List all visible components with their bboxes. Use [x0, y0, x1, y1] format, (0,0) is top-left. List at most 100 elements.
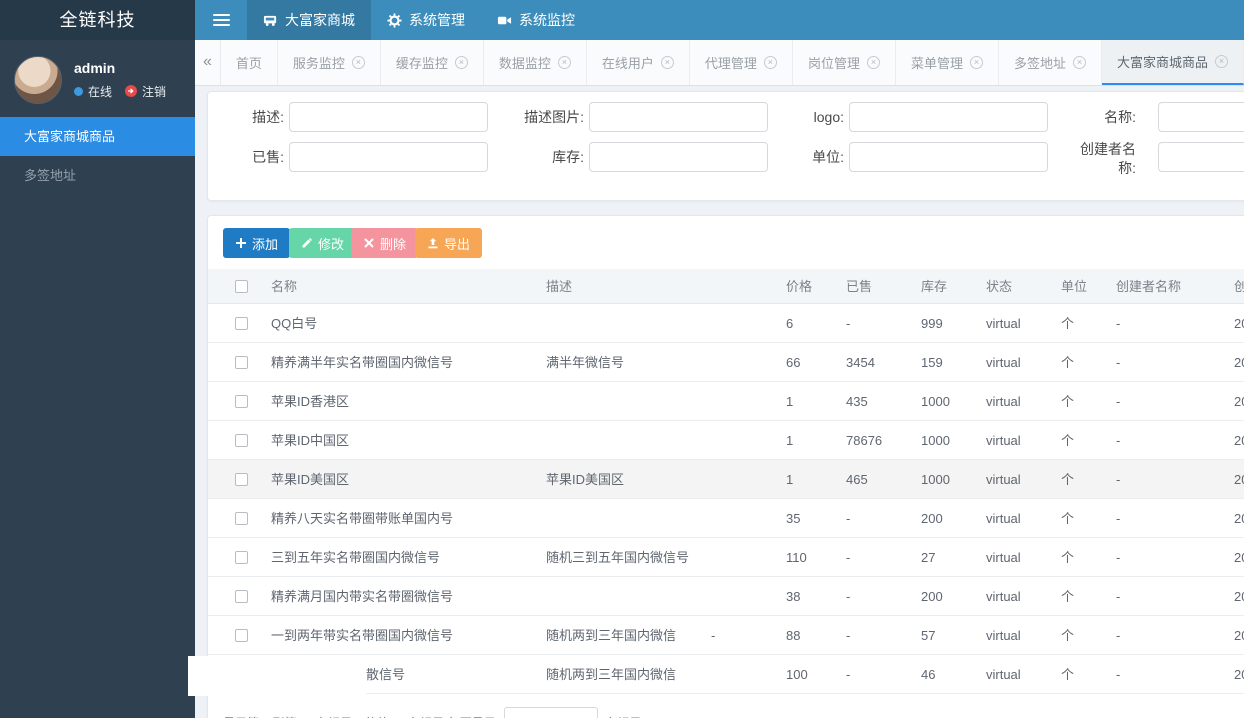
tab-0[interactable]: 首页 [221, 40, 278, 85]
tab-close-icon[interactable]: × [557, 56, 571, 69]
cell-creator: - [1116, 511, 1121, 526]
table-row[interactable]: 精养八天实名带圈带账单国内号 35 - 200 virtual 个 - 20 [208, 499, 1244, 538]
tab-7[interactable]: 菜单管理 × [896, 40, 999, 85]
row-checkbox[interactable] [235, 473, 248, 486]
row-checkbox[interactable] [235, 395, 248, 408]
table-row[interactable]: 苹果ID中国区 1 78676 1000 virtual 个 - 20 [208, 421, 1244, 460]
logout-icon [125, 85, 138, 97]
cell-sold: - [846, 589, 851, 604]
page-size-select[interactable]: 10 [503, 707, 598, 718]
tab-4[interactable]: 在线用户 × [587, 40, 690, 85]
row-checkbox[interactable] [235, 590, 248, 603]
gear-icon [387, 12, 402, 28]
table-row[interactable]: 一到两年带实名带圈国内微信号 随机两到三年国内微信 88 - 57 virtual 个 - 20… [208, 616, 1244, 655]
top-nav-item-1[interactable]: 系统管理 [371, 0, 481, 40]
table-row[interactable]: QQ白号 6 - 999 virtual 个 - 20 [208, 304, 1244, 343]
cell-created: 20 [1234, 316, 1244, 331]
table-row[interactable]: 苹果ID香港区 1 435 1000 virtual 个 - 20 [208, 382, 1244, 421]
column-header-unit: 单位 [1061, 279, 1088, 294]
plus-icon [236, 238, 246, 248]
column-header-status: 状态 [986, 279, 1013, 294]
cell-creator: - [1116, 667, 1121, 682]
cell-name: 精养八天实名带圈带账单国内号 [271, 511, 454, 526]
table-row[interactable]: 精养满半年实名带圈国内微信号 满半年微信号 66 3454 159 virtual 个 - 20 [208, 343, 1244, 382]
store-icon [263, 13, 278, 28]
row-checkbox[interactable] [235, 356, 248, 369]
search-stock-input[interactable] [589, 142, 768, 172]
cell-unit: 个 [1061, 511, 1075, 526]
tab-close-icon[interactable]: × [351, 56, 365, 69]
tab-close-icon[interactable]: × [866, 56, 880, 69]
avatar [14, 55, 62, 104]
tab-close-icon[interactable]: × [763, 56, 777, 69]
row-checkbox[interactable] [235, 434, 248, 447]
select-all-checkbox[interactable] [235, 280, 248, 293]
table-row[interactable]: 苹果ID美国区 苹果ID美国区 1 465 1000 virtual 个 - 20 [208, 460, 1244, 499]
search-sold-label: 已售: [252, 149, 284, 165]
cell-status: virtual [986, 433, 1021, 448]
search-desc_image-input[interactable] [589, 102, 768, 132]
sidebar-item-0[interactable]: 大富家商城商品 [0, 117, 195, 156]
cell-creator: - [1116, 472, 1121, 487]
sidebar-toggle-button[interactable] [195, 0, 247, 40]
search-desc-input[interactable] [289, 102, 488, 132]
tab-close-icon[interactable]: × [454, 56, 468, 69]
table-row[interactable]: 精养满月国内带实名带圈微信号 38 - 200 virtual 个 - 20 [208, 577, 1244, 616]
export-button[interactable]: 导出 [415, 228, 483, 258]
cell-sold: - [846, 667, 851, 682]
delete-button[interactable]: 删除 [351, 228, 419, 258]
tab-close-icon[interactable]: × [1072, 56, 1086, 69]
cell-status: virtual [986, 589, 1021, 604]
cell-price: 1 [786, 472, 794, 487]
search-name-input[interactable] [1158, 102, 1244, 132]
search-logo-input[interactable] [849, 102, 1048, 132]
table-row[interactable]: 三到五年实名带圈国内微信号 随机三到五年国内微信号 110 - 27 virtual 个 - 2… [208, 538, 1244, 577]
tab-9[interactable]: 大富家商城商品 × [1101, 40, 1244, 85]
tab-8[interactable]: 多签地址 × [999, 40, 1102, 85]
tab-close-icon[interactable]: × [969, 56, 983, 69]
tab-1[interactable]: 服务监控 × [278, 40, 381, 85]
row-checkbox[interactable] [235, 629, 248, 642]
cell-created: 20 [1234, 550, 1244, 565]
tab-5[interactable]: 代理管理 × [690, 40, 793, 85]
cell-status: virtual [986, 550, 1021, 565]
add-button[interactable]: 添加 [223, 228, 291, 258]
row-checkbox[interactable] [235, 317, 248, 330]
row-checkbox[interactable] [235, 551, 248, 564]
column-header-creator: 创建者名称 [1116, 279, 1182, 294]
pagination-suffix: 条记录 [606, 714, 642, 718]
tab-3[interactable]: 数据监控 × [484, 40, 587, 85]
cell-unit: 个 [1061, 550, 1075, 565]
tab-2[interactable]: 缓存监控 × [381, 40, 484, 85]
cell-stock: 200 [921, 511, 943, 526]
cell-created: 20 [1234, 472, 1244, 487]
row-checkbox[interactable] [235, 512, 248, 525]
edit-button[interactable]: 修改 [289, 228, 357, 258]
search-creator_name-input[interactable] [1158, 142, 1244, 172]
cell-desc: 随机两到三年国内微信 [546, 667, 677, 682]
sidebar-item-1[interactable]: 多签地址 [0, 156, 195, 195]
tab-close-icon[interactable]: × [1215, 55, 1228, 68]
cell-created: 20 [1234, 433, 1244, 448]
logout-link[interactable]: 注销 [142, 83, 166, 100]
top-nav-item-0[interactable]: 大富家商城 [247, 0, 371, 40]
column-header-stock: 库存 [921, 279, 948, 294]
tab-6[interactable]: 岗位管理 × [793, 40, 896, 85]
cell-desc: 苹果ID美国区 [546, 472, 625, 487]
cell-desc: 随机三到五年国内微信号 [546, 550, 690, 565]
search-sold-input[interactable] [289, 142, 488, 172]
cell-creator: - [1116, 589, 1121, 604]
tabs-collapse-button[interactable]: « [195, 40, 221, 85]
pagination: 显示第 1 到第 10 条记录，总共 15 条记录 每页显示 10 条记录 [223, 707, 642, 718]
app-window: 全链科技 大富家商城 系统管理 系统监控 admin 在线 注销 大富家商城商品… [0, 0, 1244, 718]
search-unit-input[interactable] [849, 142, 1048, 172]
cell-status: virtual [986, 511, 1021, 526]
cell-price: 35 [786, 511, 801, 526]
tab-close-icon[interactable]: × [660, 56, 674, 69]
cell-status: virtual [986, 667, 1021, 682]
top-nav-item-2[interactable]: 系统监控 [481, 0, 591, 40]
cell-stock: 999 [921, 316, 943, 331]
cell-stock: 27 [921, 550, 936, 565]
cell-name: 三到五年实名带圈国内微信号 [271, 550, 441, 565]
search-desc-label: 描述: [252, 109, 284, 125]
